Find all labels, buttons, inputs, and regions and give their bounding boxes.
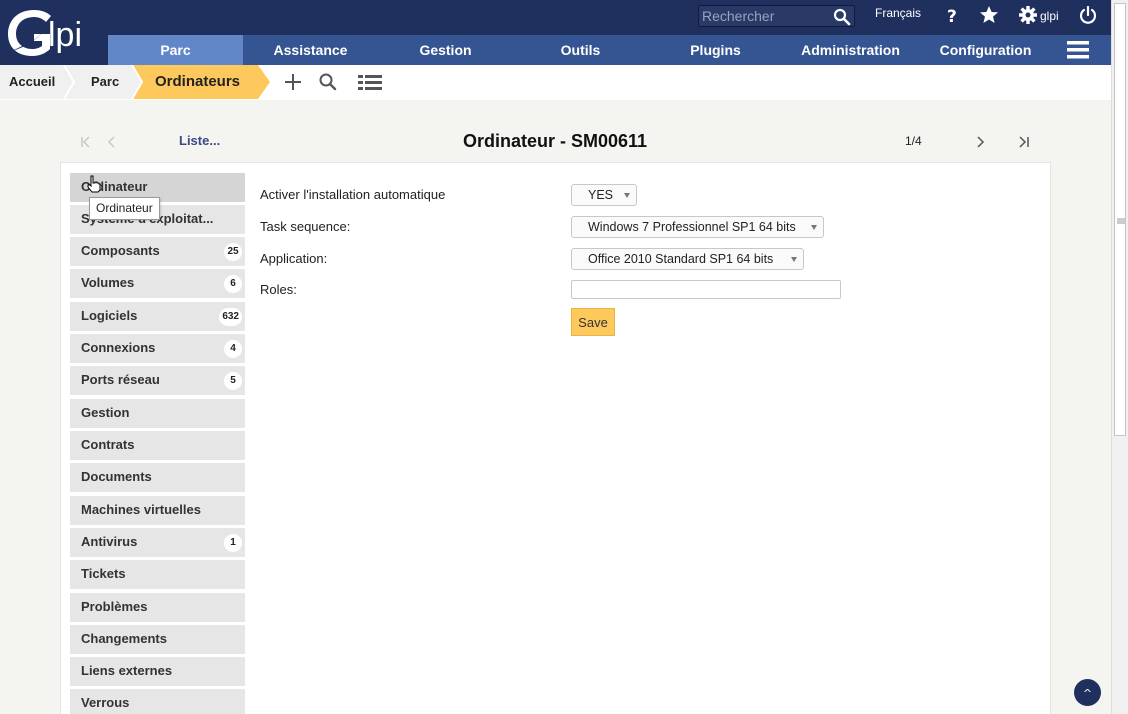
tab-label: Composants (81, 243, 160, 258)
count-badge: 5 (224, 372, 242, 390)
breadcrumb: Accueil Parc Ordinateurs (0, 65, 1111, 100)
nav-configuration[interactable]: Configuration (918, 35, 1053, 65)
next-record-icon[interactable] (970, 132, 990, 152)
tab-label: Documents (81, 469, 152, 484)
main-nav: Parc Assistance Gestion Outils Plugins A… (108, 35, 1111, 65)
tab-gestion[interactable]: Gestion (70, 399, 245, 428)
hamburger-icon[interactable] (1067, 41, 1089, 59)
tab-verrous[interactable]: Verrous (70, 689, 245, 714)
nav-plugins[interactable]: Plugins (648, 35, 783, 65)
tab-label: Problèmes (81, 599, 148, 614)
last-record-icon[interactable] (1013, 132, 1033, 152)
record-navigation: Liste... Ordinateur - SM00611 1/4 (60, 124, 1050, 160)
svg-text:?: ? (947, 7, 957, 25)
tab-label: Logiciels (81, 308, 138, 323)
breadcrumb-parc[interactable]: Parc (91, 65, 119, 99)
tab-logiciels[interactable]: Logiciels 632 (70, 302, 245, 331)
tab-label: Antivirus (81, 534, 138, 549)
task-sequence-label: Task sequence: (260, 219, 351, 234)
tab-label: Connexions (81, 340, 156, 355)
breadcrumb-accueil[interactable]: Accueil (9, 65, 55, 99)
tab-label: Verrous (81, 695, 130, 710)
tab-connexions[interactable]: Connexions 4 (70, 334, 245, 363)
scrollbar-thumb[interactable] (1114, 3, 1126, 436)
breadcrumb-ordinateurs[interactable]: Ordinateurs (155, 65, 240, 99)
application-select[interactable]: Office 2010 Standard SP1 64 bits (571, 248, 804, 270)
chevron-down-icon (791, 257, 797, 262)
tab-label: Ordinateur (81, 179, 148, 194)
tab-documents[interactable]: Documents (70, 463, 245, 492)
tab-machines-virtuelles[interactable]: Machines virtuelles (70, 496, 245, 525)
tab-ports-reseau[interactable]: Ports réseau 5 (70, 366, 245, 395)
power-icon[interactable] (1078, 5, 1098, 25)
chevron-down-icon (624, 193, 630, 198)
tab-label: Changements (81, 631, 167, 646)
tab-label: Ports réseau (81, 372, 160, 387)
page-title: Ordinateur - SM00611 (462, 131, 648, 151)
application-label: Application: (260, 251, 328, 266)
grip-icon (1117, 218, 1125, 224)
nav-outils[interactable]: Outils (513, 35, 648, 65)
count-badge: 4 (224, 340, 242, 358)
tab-liens-externes[interactable]: Liens externes (70, 657, 245, 686)
nav-administration[interactable]: Administration (783, 35, 918, 65)
nav-gestion[interactable]: Gestion (378, 35, 513, 65)
username-link[interactable]: glpi (1040, 9, 1059, 27)
vertical-scrollbar[interactable] (1111, 0, 1128, 714)
tab-volumes[interactable]: Volumes 6 (70, 269, 245, 298)
tab-label: Tickets (81, 566, 126, 581)
tooltip: Ordinateur (89, 197, 160, 220)
tab-label: Liens externes (81, 663, 173, 678)
tab-label: Volumes (81, 275, 135, 290)
count-badge: 632 (219, 308, 242, 326)
star-icon[interactable] (979, 5, 999, 25)
count-badge: 6 (224, 275, 242, 293)
tab-label: Machines virtuelles (81, 502, 201, 517)
auto-install-value: YES (588, 188, 614, 202)
auto-install-label: Activer l'installation automatique (260, 187, 446, 202)
save-button[interactable]: Save (571, 308, 615, 336)
search-box[interactable] (698, 5, 855, 27)
tab-label: Contrats (81, 437, 135, 452)
glpi-logo[interactable]: lpi (4, 4, 104, 62)
tab-antivirus[interactable]: Antivirus 1 (70, 528, 245, 557)
plus-icon[interactable] (283, 72, 303, 92)
top-header: lpi Français ? glpi Parc Assistance Gest… (0, 0, 1111, 65)
question-icon[interactable]: ? (942, 5, 962, 25)
list-icon[interactable] (357, 72, 383, 92)
roles-input[interactable] (571, 280, 841, 299)
tab-contrats[interactable]: Contrats (70, 431, 245, 460)
chevron-down-icon (811, 225, 817, 230)
roles-label: Roles: (260, 282, 297, 297)
language-link[interactable]: Français (875, 6, 921, 24)
count-badge: 25 (224, 243, 242, 261)
search-input[interactable] (702, 7, 830, 25)
search-icon[interactable] (833, 8, 851, 26)
application-value: Office 2010 Standard SP1 64 bits (588, 252, 774, 266)
hand-cursor-icon (87, 175, 101, 193)
gear-icon[interactable] (1018, 5, 1038, 25)
nav-assistance[interactable]: Assistance (243, 35, 378, 65)
tab-problemes[interactable]: Problèmes (70, 593, 245, 622)
nav-parc[interactable]: Parc (108, 35, 243, 65)
tab-label: Gestion (81, 405, 130, 420)
count-badge: 1 (224, 534, 242, 552)
logo-text: lpi (48, 16, 82, 54)
search-icon[interactable] (318, 72, 338, 92)
record-counter: 1/4 (905, 134, 922, 148)
tab-composants[interactable]: Composants 25 (70, 237, 245, 266)
task-sequence-select[interactable]: Windows 7 Professionnel SP1 64 bits (571, 216, 824, 238)
back-to-top-button[interactable]: ^ (1074, 679, 1101, 706)
auto-install-select[interactable]: YES (571, 184, 637, 206)
tab-tickets[interactable]: Tickets (70, 560, 245, 589)
main-panel: Ordinateur Système d'exploitat... Compos… (60, 162, 1051, 714)
task-sequence-value: Windows 7 Professionnel SP1 64 bits (588, 220, 796, 234)
tab-changements[interactable]: Changements (70, 625, 245, 654)
